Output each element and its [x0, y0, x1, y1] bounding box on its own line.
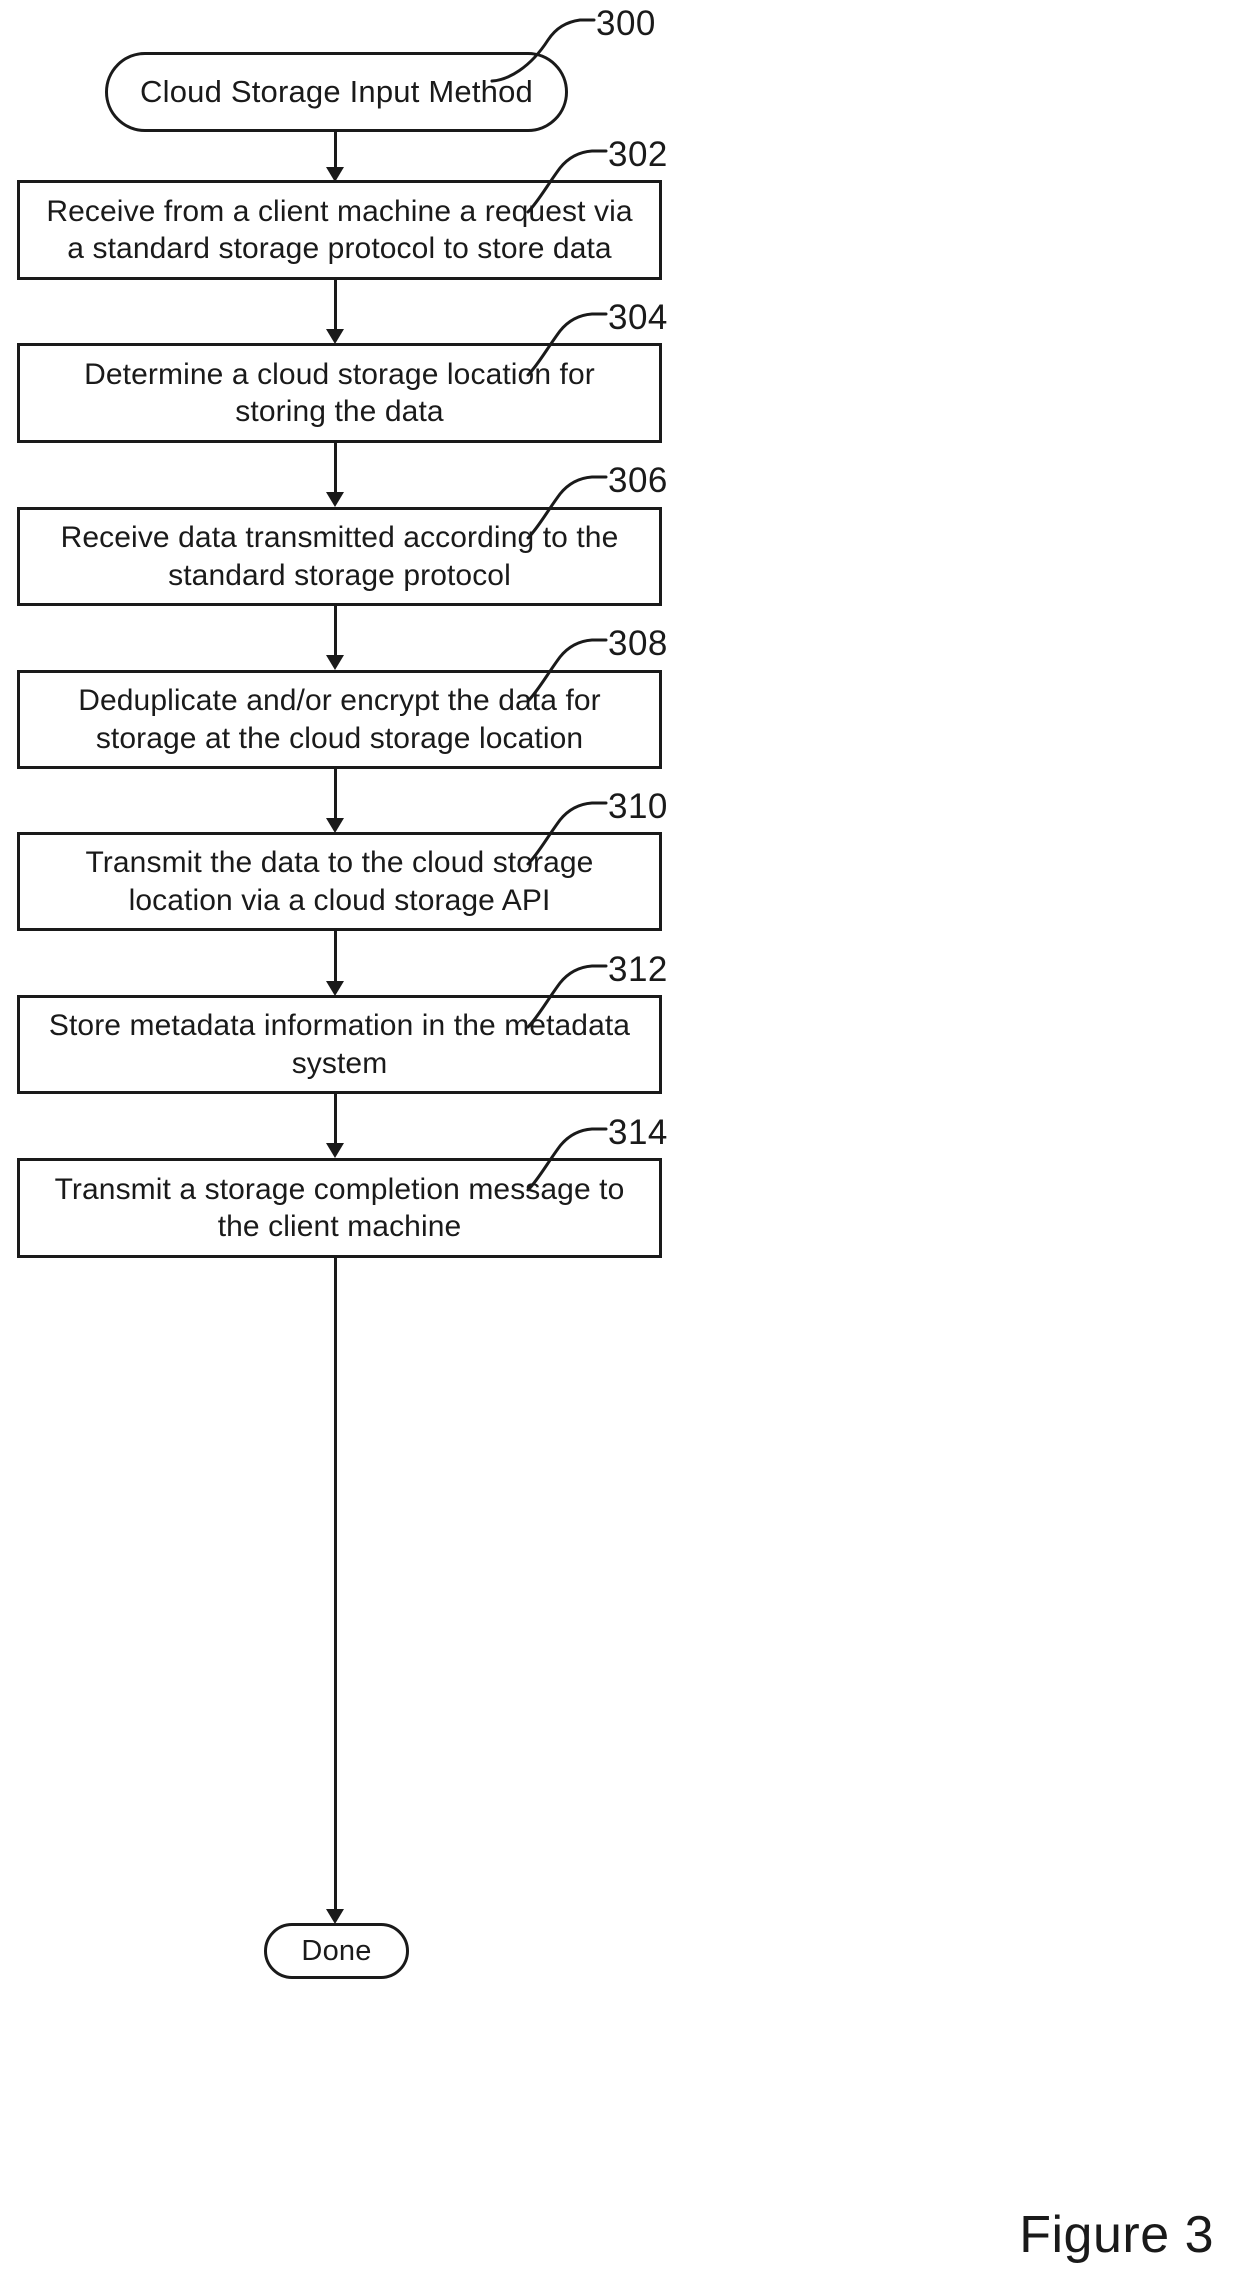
reference-numeral-312-label: 312 [608, 950, 668, 989]
reference-numeral-304-label: 304 [608, 298, 668, 337]
connector-304-to-306 [326, 443, 344, 507]
connector-314-to-done [326, 1258, 344, 1924]
reference-numeral-308: 308 [490, 625, 690, 705]
flowchart-diagram: Cloud Storage Input Method 300 Receive f… [0, 0, 1240, 2293]
connector-312-to-314 [326, 1094, 344, 1158]
end-node-label: Done [301, 1934, 372, 1967]
start-node-label: Cloud Storage Input Method [140, 73, 533, 109]
connector-308-to-310 [326, 769, 344, 833]
reference-numeral-306: 306 [490, 462, 690, 542]
reference-numeral-304: 304 [490, 299, 690, 379]
figure-caption: Figure 3 [1019, 2206, 1214, 2264]
reference-numeral-308-label: 308 [608, 624, 668, 663]
connector-302-to-304 [326, 280, 344, 344]
connector-310-to-312 [326, 931, 344, 996]
reference-numeral-300: 300 [490, 6, 690, 86]
reference-numeral-314: 314 [490, 1114, 690, 1194]
reference-numeral-300-label: 300 [596, 4, 656, 43]
reference-numeral-310-label: 310 [608, 787, 668, 826]
connector-306-to-308 [326, 606, 344, 670]
reference-numeral-312: 312 [490, 951, 690, 1031]
reference-numeral-302-label: 302 [608, 135, 668, 174]
reference-numeral-310: 310 [490, 788, 690, 868]
reference-numeral-314-label: 314 [608, 1113, 668, 1152]
connector-start-to-302 [326, 132, 344, 182]
end-node: Done [264, 1923, 409, 1979]
reference-numeral-306-label: 306 [608, 461, 668, 500]
reference-numeral-302: 302 [490, 136, 690, 216]
